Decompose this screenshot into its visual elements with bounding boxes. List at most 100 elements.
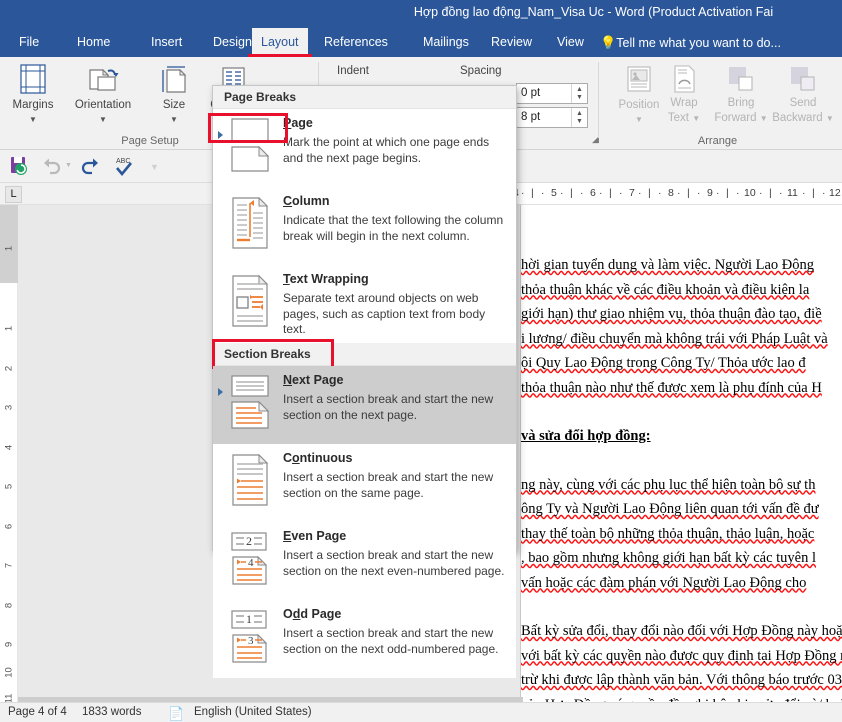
- document-page[interactable]: hời gian tuyển dụng và làm việc. Người L…: [520, 205, 842, 722]
- redo-icon[interactable]: [78, 154, 102, 178]
- status-word-count[interactable]: 1833 words: [82, 706, 141, 718]
- margins-button[interactable]: Margins ▼: [2, 60, 64, 130]
- bring-forward-icon: [724, 62, 758, 96]
- tell-me-label: Tell me what you want to do...: [616, 36, 781, 50]
- lightbulb-icon: 💡: [600, 35, 617, 50]
- document-text[interactable]: hời gian tuyển dụng và làm việc. Người L…: [521, 253, 842, 722]
- even-page-break-icon: 2 4: [229, 530, 271, 586]
- spinner-up-icon[interactable]: ▲: [576, 110, 583, 117]
- tell-me-box[interactable]: 💡 Tell me what you want to do...: [600, 28, 781, 57]
- menu-item-odd-page[interactable]: 1 3 Odd Page Insert a section break and …: [213, 600, 516, 678]
- margins-label: Margins: [12, 99, 54, 111]
- tab-insert[interactable]: Insert: [142, 28, 191, 57]
- spacing-before-arrows[interactable]: ▲ ▼: [571, 84, 587, 103]
- menu-item-page[interactable]: Page Mark the point at which one page en…: [213, 109, 516, 187]
- ruler-track[interactable]: 4 ·|· 5 ·|· 6 ·|· 7 ·|· 8 ·|· 9 ·|· 10 ·…: [497, 183, 842, 204]
- size-label: Size: [162, 99, 186, 111]
- tab-layout[interactable]: Layout: [252, 28, 308, 57]
- menu-item-title: Continuous: [283, 451, 353, 465]
- menu-item-title: Text Wrapping: [283, 272, 369, 286]
- continuous-break-icon: [229, 452, 271, 508]
- save-icon[interactable]: [8, 154, 32, 178]
- status-bar: Page 4 of 4 1833 words 📄 English (United…: [0, 702, 842, 722]
- bring-forward-label: Bring Forward ▼: [714, 97, 768, 124]
- arrange-group-label: Arrange: [697, 135, 738, 147]
- undo-caret-icon[interactable]: ▼: [65, 162, 72, 169]
- tab-mailings[interactable]: Mailings: [414, 28, 478, 57]
- vertical-ruler[interactable]: 1 1 2 3 4 5 6 7 8 9 10 11: [0, 205, 18, 703]
- send-backward-label: Send Backward ▼: [772, 97, 834, 124]
- menu-section-header-section-breaks: Section Breaks: [212, 339, 516, 369]
- doc-line: thỏa thuận nào như thế được xem là phụ đ…: [521, 379, 822, 396]
- spacing-before-stepper[interactable]: 0 pt ▲ ▼: [516, 83, 588, 104]
- svg-text:2: 2: [246, 534, 252, 548]
- word-application-window: Hợp đồng lao động_Nam_Visa Uc - Word (Pr…: [0, 0, 842, 722]
- status-page-indicator[interactable]: Page 4 of 4: [8, 706, 67, 718]
- doc-line: ội Quy Lao Động trong Công Ty/ Thỏa ước …: [521, 355, 806, 371]
- customize-qat-icon[interactable]: ▼: [150, 162, 159, 172]
- page-break-icon: [229, 117, 271, 173]
- send-backward-button[interactable]: Send Backward ▼: [772, 60, 834, 130]
- next-page-break-icon: [229, 374, 271, 430]
- orientation-button[interactable]: Orientation ▼: [62, 60, 144, 130]
- size-icon: [157, 62, 191, 96]
- menu-item-description: Insert a section break and start the new…: [283, 626, 499, 656]
- svg-text:4: 4: [248, 557, 254, 569]
- send-backward-icon: [786, 62, 820, 96]
- spacing-after-arrows[interactable]: ▲ ▼: [571, 108, 587, 127]
- ruler-mark: 5: [551, 187, 557, 199]
- vruler-mark: 7: [3, 562, 15, 569]
- doc-heading: và sửa đổi hợp đồng:: [521, 428, 651, 444]
- orientation-icon: [86, 62, 120, 96]
- spacing-after-stepper[interactable]: 8 pt ▲ ▼: [516, 107, 588, 128]
- status-language[interactable]: English (United States): [194, 706, 312, 718]
- margins-icon: [16, 62, 50, 96]
- vruler-mark: 1: [3, 245, 15, 252]
- ruler-mark: 11: [787, 187, 798, 199]
- menu-item-column[interactable]: Column Indicate that the text following …: [213, 187, 516, 265]
- menu-item-description: Mark the point at which one page ends an…: [283, 135, 490, 165]
- menu-item-even-page[interactable]: 2 4 Even Page Insert a section break and…: [213, 522, 516, 600]
- ruler-mark: 12: [829, 187, 841, 199]
- menu-item-title: Odd Page: [283, 607, 342, 621]
- column-break-icon: [229, 195, 271, 251]
- vruler-mark: 9: [3, 641, 15, 648]
- selection-pane-button[interactable]: SelecPa: [834, 60, 842, 130]
- bring-forward-button[interactable]: Bring Forward ▼: [710, 60, 772, 130]
- tab-home[interactable]: Home: [68, 28, 119, 57]
- doc-line: với bất kỳ các quyền nào được quy định t…: [521, 647, 842, 664]
- tab-view[interactable]: View: [548, 28, 593, 57]
- spacing-before-value: 0 pt: [521, 87, 541, 99]
- vruler-mark: 4: [3, 444, 15, 451]
- menu-item-description: Insert a section break and start the new…: [283, 470, 494, 500]
- group-separator: [598, 62, 599, 138]
- tab-stop-selector[interactable]: L: [5, 186, 22, 203]
- breaks-dropdown-menu[interactable]: Page Breaks Page Mark the point at which…: [212, 85, 517, 678]
- menu-item-next-page[interactable]: Next Page Insert a section break and sta…: [213, 366, 516, 444]
- margins-caret-icon[interactable]: ▼: [2, 115, 64, 124]
- spinner-down-icon[interactable]: ▼: [576, 118, 583, 125]
- tab-references[interactable]: References: [315, 28, 397, 57]
- svg-text:ABC: ABC: [116, 158, 130, 165]
- spinner-down-icon[interactable]: ▼: [576, 94, 583, 101]
- spinner-up-icon[interactable]: ▲: [576, 86, 583, 93]
- svg-text:3: 3: [248, 635, 254, 647]
- size-caret-icon[interactable]: ▼: [150, 115, 198, 124]
- undo-icon[interactable]: [40, 154, 64, 178]
- vruler-mark: 5: [3, 483, 15, 490]
- window-title: Hợp đồng lao động_Nam_Visa Uc - Word (Pr…: [413, 5, 774, 19]
- menu-item-text-wrapping[interactable]: Text Wrapping Separate text around objec…: [213, 265, 516, 343]
- size-button[interactable]: Size ▼: [150, 60, 198, 130]
- tab-file[interactable]: File: [10, 28, 49, 57]
- spelling-check-icon[interactable]: ABC: [112, 154, 136, 178]
- orientation-caret-icon[interactable]: ▼: [62, 115, 144, 124]
- vruler-mark: 2: [3, 365, 15, 372]
- wrap-text-button[interactable]: Wrap Text ▼: [658, 60, 710, 130]
- ribbon-group-arrange: Position ▼ Wrap Text ▼ Bring Forward ▼ S…: [600, 57, 842, 149]
- proofing-errors-icon[interactable]: 📄: [168, 706, 184, 722]
- tab-review[interactable]: Review: [482, 28, 541, 57]
- menu-item-continuous[interactable]: Continuous Insert a section break and st…: [213, 444, 516, 522]
- menu-item-description: Separate text around objects on web page…: [283, 291, 486, 336]
